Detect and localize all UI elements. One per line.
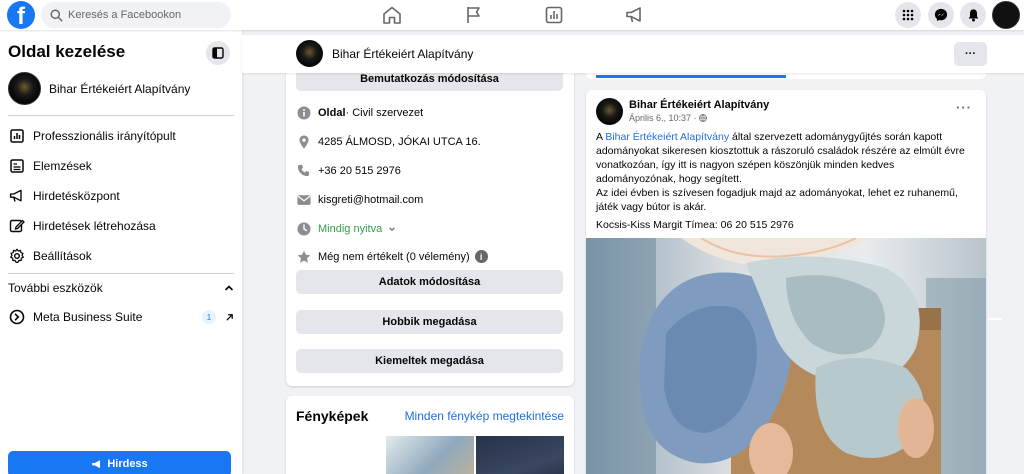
sidebar-item-label: Beállítások xyxy=(33,249,92,263)
address-text: 4285 ÁLMOSD, JÓKAI UTCA 16. xyxy=(318,135,481,148)
megaphone-icon xyxy=(92,459,101,468)
sidebar-page-name: Bihar Értékeiért Alapítvány xyxy=(49,81,191,96)
search-input[interactable] xyxy=(68,9,228,21)
menu-grid-icon[interactable] xyxy=(895,2,921,28)
edit-details-button[interactable]: Adatok módosítása xyxy=(296,270,563,294)
post-timestamp[interactable]: Április 6., 10:37 · xyxy=(629,113,707,123)
rating-row: Még nem értékelt (0 vélemény) i xyxy=(296,249,488,264)
page-header: Bihar Értékeiért Alapítvány ··· xyxy=(242,35,1024,73)
photos-card: Fényképek Minden fénykép megtekintése xyxy=(286,396,574,474)
active-tab-indicator xyxy=(596,75,786,78)
sidebar-item-insights[interactable]: Elemzések xyxy=(8,154,234,178)
divider xyxy=(8,115,234,116)
post-text-body-2: Az idei évben is szívesen fogadjuk majd … xyxy=(596,187,958,213)
sidebar-item-label: Professzionális irányítópult xyxy=(33,129,176,143)
page-avatar xyxy=(8,72,41,105)
megaphone-icon xyxy=(8,187,26,205)
post-more-options[interactable]: ··· xyxy=(956,100,972,115)
sidebar-item-label: Hirdetésközpont xyxy=(33,189,120,203)
globe-icon xyxy=(699,114,707,122)
flag-icon[interactable] xyxy=(463,5,485,25)
see-all-photos-link[interactable]: Minden fénykép megtekintése xyxy=(405,409,564,423)
chart-icon[interactable] xyxy=(543,5,565,25)
clock-icon xyxy=(296,221,311,236)
chevron-down-icon xyxy=(389,226,396,231)
star-icon xyxy=(296,249,311,264)
pencil-icon xyxy=(8,217,26,235)
sidebar-item-create-ads[interactable]: Hirdetések létrehozása xyxy=(8,214,234,238)
collapse-sidebar-icon[interactable] xyxy=(206,41,230,65)
insights-icon xyxy=(8,157,26,175)
intro-card: Bemutatkozás módosítása Oldal · Civil sz… xyxy=(286,60,574,386)
sidebar-page-selector[interactable]: Bihar Értékeiért Alapítvány xyxy=(8,72,190,105)
sidebar-item-settings[interactable]: Beállítások xyxy=(8,244,234,268)
photo-thumbnail[interactable] xyxy=(386,436,474,474)
megaphone-icon[interactable] xyxy=(624,5,646,25)
phone-text[interactable]: +36 20 515 2976 xyxy=(318,165,401,177)
meta-business-suite-icon xyxy=(8,308,26,326)
info-icon xyxy=(296,105,311,120)
profile-avatar[interactable] xyxy=(992,1,1020,29)
sidebar-item-dashboard[interactable]: Professzionális irányítópult xyxy=(8,124,234,148)
bell-icon[interactable] xyxy=(960,2,986,28)
sidebar-item-label: Elemzések xyxy=(33,159,92,173)
rating-text: Még nem értékelt (0 vélemény) xyxy=(318,250,470,263)
address-row: 4285 ÁLMOSD, JÓKAI UTCA 16. xyxy=(296,134,481,149)
top-bar: f xyxy=(0,0,1024,30)
promote-label: Hirdess xyxy=(107,458,148,470)
photo-thumbnail[interactable] xyxy=(476,436,564,474)
messenger-icon[interactable] xyxy=(928,2,954,28)
phone-row: +36 20 515 2976 xyxy=(296,163,401,178)
section-title: További eszközök xyxy=(8,281,103,295)
dashboard-icon xyxy=(8,127,26,145)
email-text[interactable]: kisgreti@hotmail.com xyxy=(318,194,423,206)
phone-icon xyxy=(296,163,311,178)
more-tools-section[interactable]: További eszközök xyxy=(8,281,234,295)
post-contact: Kocsis-Kiss Margit Tímea: 06 20 515 2976 xyxy=(596,219,794,231)
post-author-avatar[interactable] xyxy=(596,98,623,125)
category-row: Oldal · Civil szervezet xyxy=(296,105,423,120)
post-text-prefix: A xyxy=(596,131,606,143)
sidebar-item-label: Meta Business Suite xyxy=(33,310,143,324)
sidebar-title: Oldal kezelése xyxy=(8,42,126,61)
category-value: · Civil szervezet xyxy=(345,106,424,119)
add-featured-button[interactable]: Kiemeltek megadása xyxy=(296,349,563,373)
post-text: A Bihar Értékeiért Alapítvány által szer… xyxy=(596,130,976,214)
location-icon xyxy=(296,134,311,149)
notification-badge: 1 xyxy=(202,310,216,324)
email-icon xyxy=(296,192,311,207)
scroll-indicator xyxy=(988,318,1002,320)
home-icon[interactable] xyxy=(381,5,403,25)
post-page-link[interactable]: Bihar Értékeiért Alapítvány xyxy=(605,131,729,143)
more-options-button[interactable]: ··· xyxy=(954,42,987,66)
facebook-logo-icon[interactable]: f xyxy=(7,1,35,29)
sidebar: Oldal kezelése Bihar Értékeiért Alapítvá… xyxy=(0,30,242,474)
search-icon xyxy=(50,8,63,22)
category-label: Oldal xyxy=(318,106,346,119)
email-row: kisgreti@hotmail.com xyxy=(296,192,423,207)
rating-info-icon[interactable]: i xyxy=(474,250,488,263)
hours-row[interactable]: Mindig nyitva xyxy=(296,221,396,236)
post-time-text: Április 6., 10:37 · xyxy=(629,113,697,123)
page-name[interactable]: Bihar Értékeiért Alapítvány xyxy=(332,47,473,61)
post-card: Bihar Értékeiért Alapítvány Április 6., … xyxy=(586,90,986,474)
sidebar-item-label: Hirdetések létrehozása xyxy=(33,219,156,233)
post-image[interactable] xyxy=(586,238,986,474)
sidebar-item-meta-business-suite[interactable]: Meta Business Suite 1 xyxy=(8,305,234,329)
photos-title: Fényképek xyxy=(296,408,369,424)
gear-icon xyxy=(8,247,26,265)
search-box[interactable] xyxy=(41,2,231,28)
page-avatar[interactable] xyxy=(296,40,323,67)
post-author[interactable]: Bihar Értékeiért Alapítvány xyxy=(629,99,769,111)
promote-button[interactable]: Hirdess xyxy=(8,451,231,474)
add-hobbies-button[interactable]: Hobbik megadása xyxy=(296,310,563,334)
photo-thumbnail[interactable] xyxy=(296,436,384,474)
external-link-icon xyxy=(226,313,233,321)
chevron-up-icon[interactable] xyxy=(224,283,234,293)
divider xyxy=(8,273,234,274)
sidebar-item-ad-center[interactable]: Hirdetésközpont xyxy=(8,184,234,208)
hours-text: Mindig nyitva xyxy=(318,222,383,235)
